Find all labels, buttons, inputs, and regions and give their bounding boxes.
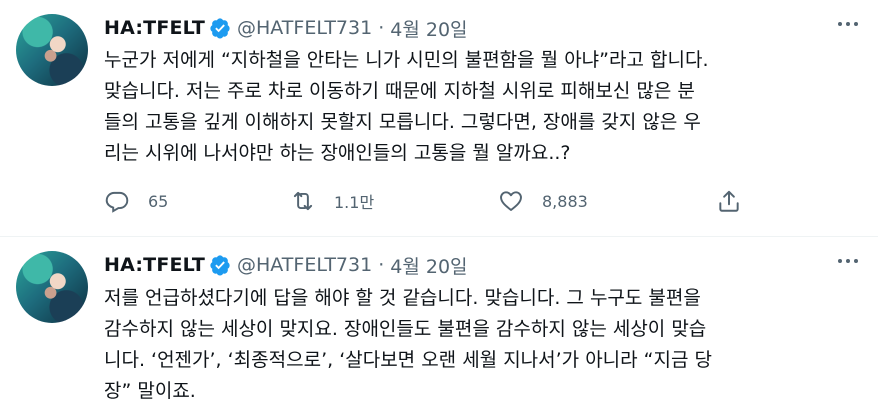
handle[interactable]: @HATFELT731 [237, 254, 372, 276]
header-separator: · [378, 254, 385, 276]
tweet-text-line: 누군가 저에게 “지하철을 안타는 니가 시민의 불편함을 뭘 아냐”라고 합니… [104, 49, 709, 71]
avatar[interactable] [16, 251, 88, 323]
tweet-header: HA:TFELT @HATFELT731 · 4월 20일 [104, 249, 468, 281]
tweet-text: 누군가 저에게 “지하철을 안타는 니가 시민의 불편함을 뭘 아냐”라고 합니… [104, 45, 869, 169]
retweet-icon [293, 191, 313, 211]
tweet-date[interactable]: 4월 20일 [390, 15, 467, 42]
reply-button[interactable]: 65 [104, 186, 168, 216]
display-name[interactable]: HA:TFELT [104, 254, 205, 276]
tweet-header: HA:TFELT @HATFELT731 · 4월 20일 [104, 12, 468, 44]
like-count: 8,883 [542, 191, 588, 211]
heart-icon [500, 191, 522, 211]
verified-badge-icon [210, 255, 230, 276]
tweet-text-line: 장” 말이죠. [104, 380, 196, 402]
header-separator: · [378, 17, 385, 39]
tweet-text-line: 저를 언급하셨다기에 답을 해야 할 것 같습니다. 맞습니다. 그 누구도 불… [104, 287, 701, 309]
reply-icon [105, 191, 129, 213]
tweet-date[interactable]: 4월 20일 [390, 252, 467, 279]
share-icon [719, 190, 739, 212]
reply-count: 65 [148, 191, 169, 211]
tweet[interactable]: HA:TFELT @HATFELT731 · 4월 20일 저를 언급하셨다기에… [0, 237, 878, 418]
share-button[interactable] [716, 186, 742, 216]
more-icon[interactable] [838, 259, 858, 263]
tweet[interactable]: HA:TFELT @HATFELT731 · 4월 20일 누군가 저에게 “지… [0, 0, 878, 236]
more-icon[interactable] [838, 22, 858, 26]
avatar[interactable] [16, 14, 88, 86]
tweet-text-line: 리는 시위에 나서야만 하는 장애인들의 고통을 뭘 알까요..? [104, 142, 571, 164]
tweet-actions: 65 1.1만 8,883 [104, 186, 844, 216]
handle[interactable]: @HATFELT731 [237, 17, 372, 39]
tweet-text: 저를 언급하셨다기에 답을 해야 할 것 같습니다. 맞습니다. 그 누구도 불… [104, 283, 869, 407]
retweet-button[interactable]: 1.1만 [290, 186, 374, 216]
display-name[interactable]: HA:TFELT [104, 17, 205, 39]
tweet-text-line: 맞습니다. 저는 주로 차로 이동하기 때문에 지하철 시위로 피해보신 많은 … [104, 80, 695, 102]
tweet-text-line: 감수하지 않는 세상이 맞지요. 장애인들도 불편을 감수하지 않는 세상이 맞… [104, 318, 707, 340]
retweet-count: 1.1만 [334, 193, 375, 212]
like-button[interactable]: 8,883 [498, 186, 588, 216]
tweet-text-line: 니다. ‘언젠가’, ‘최종적으로’, ‘살다보면 오랜 세월 지나서’가 아니… [104, 349, 712, 371]
tweet-text-line: 들의 고통을 깊게 이해하지 못할지 모릅니다. 그렇다면, 장애를 갖지 않은… [104, 111, 701, 133]
verified-badge-icon [210, 18, 230, 39]
tweet-feed: HA:TFELT @HATFELT731 · 4월 20일 누군가 저에게 “지… [0, 0, 878, 418]
